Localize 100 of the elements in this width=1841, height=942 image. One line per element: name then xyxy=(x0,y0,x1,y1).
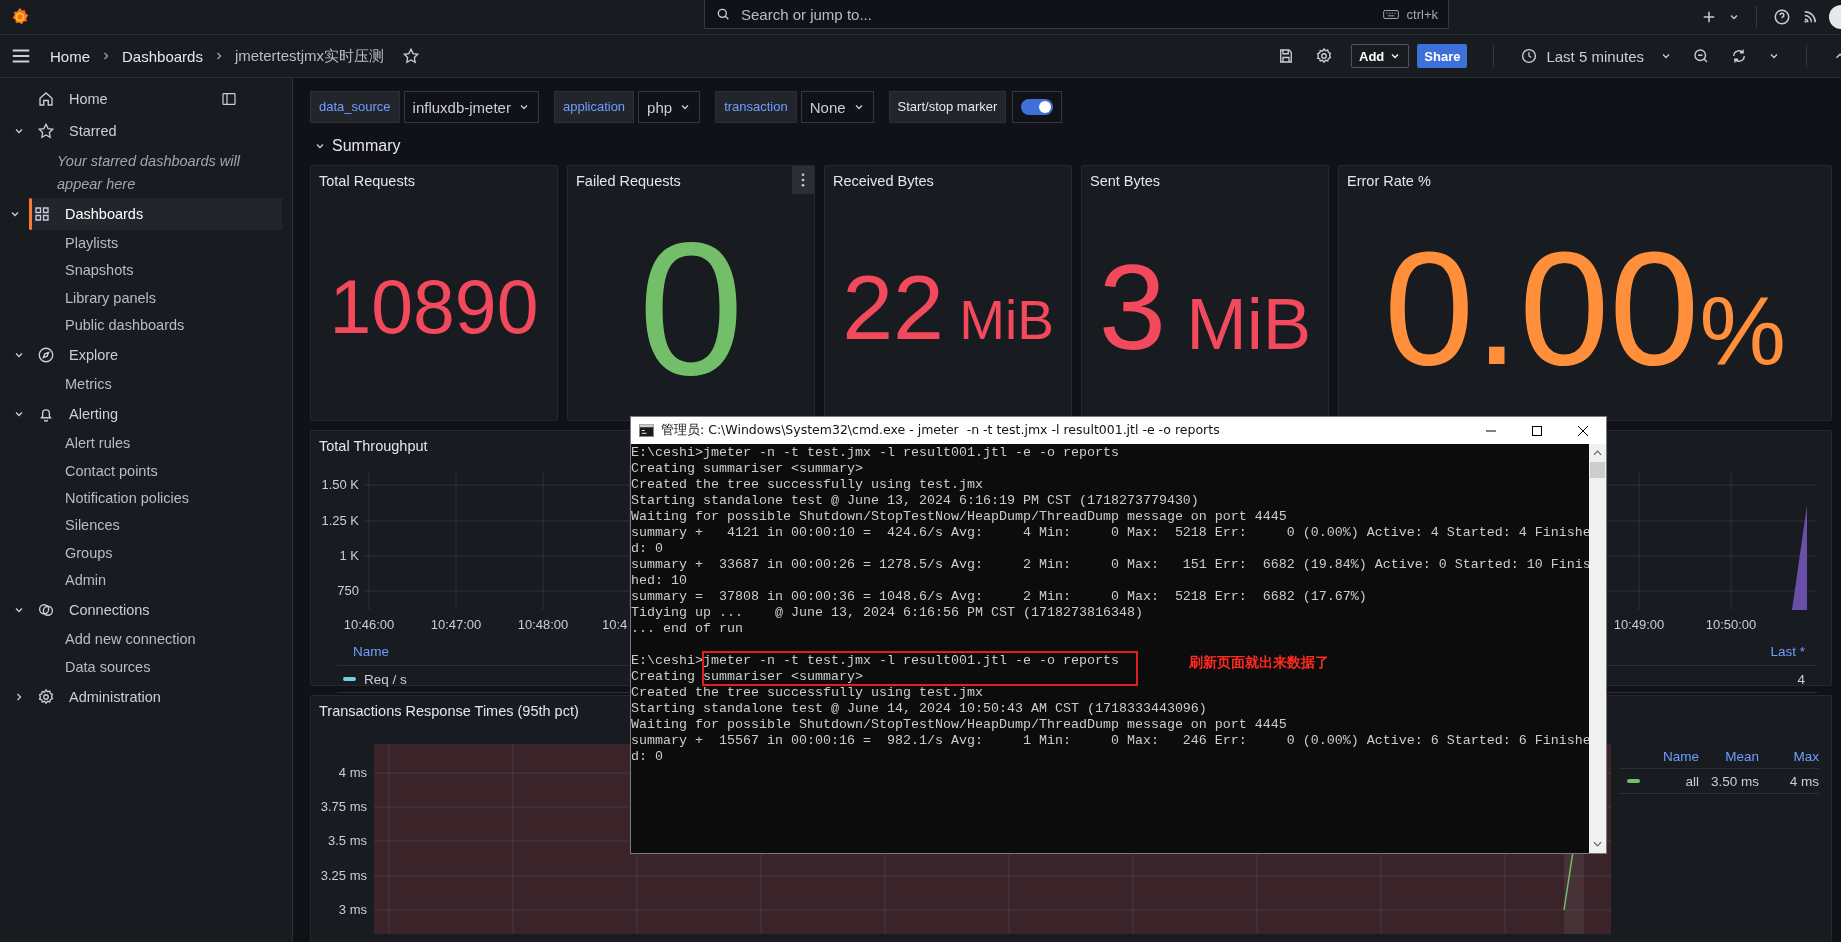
stat-value: 3 MiB xyxy=(1098,247,1312,369)
breadcrumb-link[interactable]: Home xyxy=(50,47,90,65)
settings-icon[interactable] xyxy=(1315,47,1333,65)
axis-label: 4 ms xyxy=(338,765,367,780)
console-line: summary = 37808 in 00:00:36 = 1048.6/s Avg: 2 Min: 0 Max: 5218 Err: 6682 (17.67%) xyxy=(631,589,1367,605)
axis-label: 3.5 ms xyxy=(328,833,367,848)
window-title: 管理员: C:\Windows\System32\cmd.exe - jmeter -n -t test.jmx -l result001.jtl -e -o reports xyxy=(661,422,1220,439)
console-window[interactable] xyxy=(630,416,1607,854)
stat-value: 10890 xyxy=(329,270,539,346)
scroll-down-icon[interactable] xyxy=(1593,841,1602,847)
panel-title: Total Throughput xyxy=(319,438,428,454)
stat-value: 0 xyxy=(638,213,744,403)
nav-subitem[interactable]: Add new connection xyxy=(0,626,292,654)
scroll-up-icon[interactable] xyxy=(1593,450,1602,456)
axis-label: 10:48:00 xyxy=(517,617,569,632)
nav-subitem[interactable]: Metrics xyxy=(0,371,292,399)
console-line: Creating summariser <summary> xyxy=(631,461,863,477)
console-line: Starting standalone test @ June 14, 2024 10:50:43 AM CST (1718333443096) xyxy=(631,701,1207,717)
scroll-thumb[interactable] xyxy=(1590,462,1605,478)
console-line: Creating summariser <summary> xyxy=(631,669,863,685)
axis-label: 10:46:00 xyxy=(343,617,395,632)
star-icon[interactable] xyxy=(402,47,421,65)
nav-subitem[interactable]: Data sources xyxy=(0,653,292,681)
nav-subitem[interactable]: Playlists xyxy=(0,230,292,258)
column-header[interactable]: Last * xyxy=(1770,643,1805,659)
console-line: summary + 4121 in 00:00:10 = 424.6/s Avg: 4 Min: 0 Max: 5218 Err: 0 (0.00%) Active: 4 Started: 4 Finishe xyxy=(631,525,1589,541)
clock-icon xyxy=(1520,47,1539,65)
console-line: ... end of run xyxy=(631,621,743,637)
nav-item[interactable]: Connections xyxy=(0,594,282,627)
variable-label: data_source xyxy=(310,91,400,123)
axis-label: 1 K xyxy=(339,548,359,563)
column-header[interactable]: Mean xyxy=(1709,748,1759,764)
nav-subitem[interactable]: Groups xyxy=(0,539,292,567)
panel-title: Received Bytes xyxy=(833,173,934,189)
nav-item[interactable]: Explore xyxy=(0,339,282,372)
axis-label: 1.25 K xyxy=(321,513,359,528)
search-bar[interactable]: Search or jump to... ctrl+k xyxy=(704,0,1449,29)
axis-label: 10:49:00 xyxy=(1613,617,1665,632)
panel-title: Transactions Response Times (95th pct) xyxy=(319,703,579,719)
breadcrumb-link[interactable]: Dashboards xyxy=(122,47,203,65)
search-icon xyxy=(715,6,731,22)
nav-subitem[interactable]: Public dashboards xyxy=(0,311,292,340)
series-value: 4 xyxy=(1797,671,1805,687)
nav-item[interactable]: Home xyxy=(0,83,282,115)
stat-value: 0.00% xyxy=(1384,227,1786,389)
nav-subitem[interactable]: Contact points xyxy=(0,457,292,486)
variable-label: transaction xyxy=(715,91,797,123)
rss-icon[interactable] xyxy=(1801,8,1819,26)
column-header[interactable]: Name xyxy=(1619,748,1709,764)
nav-item[interactable]: Alerting xyxy=(0,398,282,431)
more-icon[interactable] xyxy=(792,166,814,194)
dock-icon[interactable] xyxy=(221,91,237,107)
column-header[interactable]: Name xyxy=(353,643,389,659)
time-range-picker[interactable]: Last 5 minutes xyxy=(1520,47,1672,65)
compass-icon xyxy=(37,346,55,365)
gear-icon xyxy=(37,687,55,706)
console-line: summary + 33687 in 00:00:26 = 1278.5/s Avg: 2 Min: 0 Max: 151 Err: 6682 (19.84%) Active: 0 Started: 10 Finis xyxy=(631,557,1589,573)
grid-icon xyxy=(33,205,51,223)
nav-subitem[interactable]: Library panels xyxy=(0,284,292,312)
panel-title: Error Rate % xyxy=(1347,173,1431,189)
variable-select[interactable]: None xyxy=(800,91,874,123)
series-name[interactable]: Req / s xyxy=(364,671,407,687)
axis-label: 10:4 xyxy=(602,617,628,632)
nav-subitem[interactable]: Notification policies xyxy=(0,485,292,513)
refresh-icon[interactable] xyxy=(1730,47,1748,65)
series-value: 4 ms xyxy=(1788,773,1819,789)
console-line: Created the tree successfully using test.jmx xyxy=(631,477,983,493)
variable-label: Start/stop marker xyxy=(888,91,1007,123)
nav-subitem[interactable]: Alert rules xyxy=(0,430,292,458)
console-line: Created the tree successfully using test.jmx xyxy=(631,685,983,701)
axis-label: 10:47:00 xyxy=(430,617,482,632)
star-icon xyxy=(37,122,55,140)
zoom-out-icon[interactable] xyxy=(1692,47,1710,65)
annotation-text: 刷新页面就出来数据了 xyxy=(1189,654,1329,670)
save-icon[interactable] xyxy=(1277,47,1295,65)
axis-label: 1.50 K xyxy=(321,477,359,492)
search-field[interactable]: Search or jump to... xyxy=(739,4,1375,24)
add-button[interactable]: Add xyxy=(1351,44,1410,68)
nav-item[interactable]: Administration xyxy=(0,680,282,713)
panel-title: Sent Bytes xyxy=(1090,173,1161,189)
nav-subitem[interactable]: Admin xyxy=(0,566,292,595)
panel-title: Failed Requests xyxy=(576,173,681,189)
nav-subitem[interactable]: Silences xyxy=(0,512,292,540)
scrollbar[interactable] xyxy=(1589,444,1606,853)
variable-select[interactable]: php xyxy=(638,91,701,123)
nav-item[interactable]: Starred xyxy=(0,115,282,147)
breadcrumb-link[interactable]: jmetertestjmx实时压测 xyxy=(234,46,385,66)
column-header[interactable]: Max xyxy=(1759,748,1819,764)
variable-label: application xyxy=(553,91,635,123)
variable-select[interactable]: influxdb-jmeter xyxy=(403,91,539,123)
keyboard-icon xyxy=(1382,8,1399,20)
console-line: hed: 10 xyxy=(631,573,687,589)
series-name[interactable]: all xyxy=(1685,773,1699,789)
share-button[interactable]: Share xyxy=(1417,44,1468,68)
console-line: Waiting for possible Shutdown/StopTestNow/HeapDump/ThreadDump message on port 4445 xyxy=(631,717,1287,733)
nav-subitem[interactable]: Snapshots xyxy=(0,257,292,285)
help-icon[interactable] xyxy=(1773,8,1791,26)
row-title[interactable]: Summary xyxy=(332,137,401,155)
home-icon xyxy=(37,90,55,108)
toggle-switch[interactable] xyxy=(1021,99,1054,115)
